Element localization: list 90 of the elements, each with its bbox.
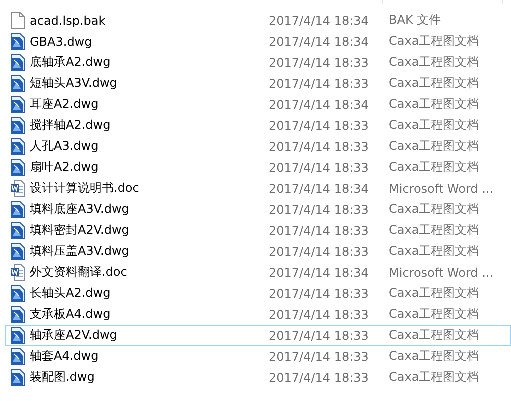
file-name: 长轴头A2.dwg (30, 285, 111, 302)
file-row[interactable]: 填料底座A3V.dwg 2017/4/14 18:33 Caxa工程图文档 (5, 199, 511, 220)
drawing-file-icon (11, 222, 25, 239)
file-name: 轴套A4.dwg (30, 348, 99, 365)
file-name: GBA3.dwg (30, 34, 92, 48)
drawing-file-icon (11, 243, 25, 260)
file-row[interactable]: 支承板A4.dwg 2017/4/14 18:33 Caxa工程图文档 (5, 304, 511, 325)
file-type: Caxa工程图文档 (389, 96, 480, 113)
file-type: Caxa工程图文档 (389, 369, 480, 386)
file-row[interactable]: 填料压盖A3V.dwg 2017/4/14 18:33 Caxa工程图文档 (5, 241, 511, 262)
drawing-file-icon (11, 369, 25, 386)
file-name: 底轴承A2.dwg (30, 54, 111, 71)
file-type: Caxa工程图文档 (389, 201, 480, 218)
file-type: Caxa工程图文档 (389, 222, 480, 239)
file-name: 外文资料翻译.doc (30, 264, 128, 281)
file-type: Microsoft Word ... (389, 182, 494, 196)
file-date: 2017/4/14 18:34 (269, 266, 370, 280)
file-name: 填料密封A2V.dwg (30, 222, 130, 239)
file-type: Caxa工程图文档 (389, 327, 480, 344)
file-date: 2017/4/14 18:33 (269, 308, 370, 322)
file-type: Caxa工程图文档 (389, 117, 480, 134)
file-type: Caxa工程图文档 (389, 75, 480, 92)
blank-document-icon (11, 12, 25, 29)
file-row[interactable]: 搅拌轴A2.dwg 2017/4/14 18:33 Caxa工程图文档 (5, 115, 511, 136)
file-type: BAK 文件 (389, 12, 442, 29)
file-type: Caxa工程图文档 (389, 54, 480, 71)
drawing-file-icon (11, 306, 25, 323)
file-row[interactable]: 底轴承A2.dwg 2017/4/14 18:33 Caxa工程图文档 (5, 52, 511, 73)
file-row[interactable]: 轴承座A2V.dwg 2017/4/14 18:33 Caxa工程图文档 (5, 325, 511, 346)
drawing-file-icon (11, 54, 25, 71)
drawing-file-icon (11, 285, 25, 302)
file-name: 搅拌轴A2.dwg (30, 117, 111, 134)
file-type: Caxa工程图文档 (389, 243, 480, 260)
file-date: 2017/4/14 18:33 (269, 224, 370, 238)
file-row[interactable]: 长轴头A2.dwg 2017/4/14 18:33 Caxa工程图文档 (5, 283, 511, 304)
file-row[interactable]: GBA3.dwg 2017/4/14 18:34 Caxa工程图文档 (5, 31, 511, 52)
file-name: 轴承座A2V.dwg (30, 327, 118, 344)
file-type: Caxa工程图文档 (389, 159, 480, 176)
file-row[interactable]: 扇叶A2.dwg 2017/4/14 18:33 Caxa工程图文档 (5, 157, 511, 178)
word-document-icon (11, 264, 25, 281)
file-date: 2017/4/14 18:34 (269, 14, 370, 28)
file-date: 2017/4/14 18:33 (269, 118, 370, 132)
drawing-file-icon (11, 348, 25, 365)
file-name: 短轴头A3V.dwg (30, 75, 118, 92)
file-name: 支承板A4.dwg (30, 306, 111, 323)
drawing-file-icon (11, 159, 25, 176)
file-name: 扇叶A2.dwg (30, 159, 99, 176)
drawing-file-icon (11, 138, 25, 155)
file-name: 装配图.dwg (30, 369, 95, 386)
file-date: 2017/4/14 18:33 (269, 76, 370, 90)
word-document-icon (11, 180, 25, 197)
drawing-file-icon (11, 327, 25, 344)
file-name: 填料压盖A3V.dwg (30, 243, 130, 260)
file-date: 2017/4/14 18:33 (269, 160, 370, 174)
file-date: 2017/4/14 18:33 (269, 350, 370, 364)
file-type: Caxa工程图文档 (389, 285, 480, 302)
file-name: 耳座A2.dwg (30, 96, 99, 113)
file-date: 2017/4/14 18:33 (269, 370, 370, 384)
file-type: Microsoft Word ... (389, 266, 494, 280)
file-row[interactable]: 外文资料翻译.doc 2017/4/14 18:34 Microsoft Word ... (5, 262, 511, 283)
file-date: 2017/4/14 18:33 (269, 56, 370, 70)
file-type: Caxa工程图文档 (389, 306, 480, 323)
file-row[interactable]: 人孔A3.dwg 2017/4/14 18:33 Caxa工程图文档 (5, 136, 511, 157)
file-row[interactable]: acad.lsp.bak 2017/4/14 18:34 BAK 文件 (5, 10, 511, 31)
file-row[interactable]: 设计计算说明书.doc 2017/4/14 18:34 Microsoft Word ... (5, 178, 511, 199)
file-row[interactable]: 轴套A4.dwg 2017/4/14 18:33 Caxa工程图文档 (5, 346, 511, 367)
drawing-file-icon (11, 117, 25, 134)
file-date: 2017/4/14 18:33 (269, 286, 370, 300)
file-type: Caxa工程图文档 (389, 348, 480, 365)
file-name: 设计计算说明书.doc (30, 180, 140, 197)
file-date: 2017/4/14 18:34 (269, 182, 370, 196)
drawing-file-icon (11, 75, 25, 92)
drawing-file-icon (11, 96, 25, 113)
file-date: 2017/4/14 18:33 (269, 140, 370, 154)
file-name: acad.lsp.bak (30, 14, 106, 28)
file-row[interactable]: 短轴头A3V.dwg 2017/4/14 18:33 Caxa工程图文档 (5, 73, 511, 94)
file-date: 2017/4/14 18:34 (269, 34, 370, 48)
file-type: Caxa工程图文档 (389, 138, 480, 155)
drawing-file-icon (11, 201, 25, 218)
file-date: 2017/4/14 18:34 (269, 98, 370, 112)
file-date: 2017/4/14 18:33 (269, 202, 370, 216)
file-row[interactable]: 耳座A2.dwg 2017/4/14 18:34 Caxa工程图文档 (5, 94, 511, 115)
file-name: 填料底座A3V.dwg (30, 201, 130, 218)
file-row[interactable]: 填料密封A2V.dwg 2017/4/14 18:33 Caxa工程图文档 (5, 220, 511, 241)
file-name: 人孔A3.dwg (30, 138, 99, 155)
file-type: Caxa工程图文档 (389, 33, 480, 50)
file-date: 2017/4/14 18:33 (269, 244, 370, 258)
file-date: 2017/4/14 18:33 (269, 328, 370, 342)
file-row[interactable]: 装配图.dwg 2017/4/14 18:33 Caxa工程图文档 (5, 367, 511, 388)
drawing-file-icon (11, 33, 25, 50)
